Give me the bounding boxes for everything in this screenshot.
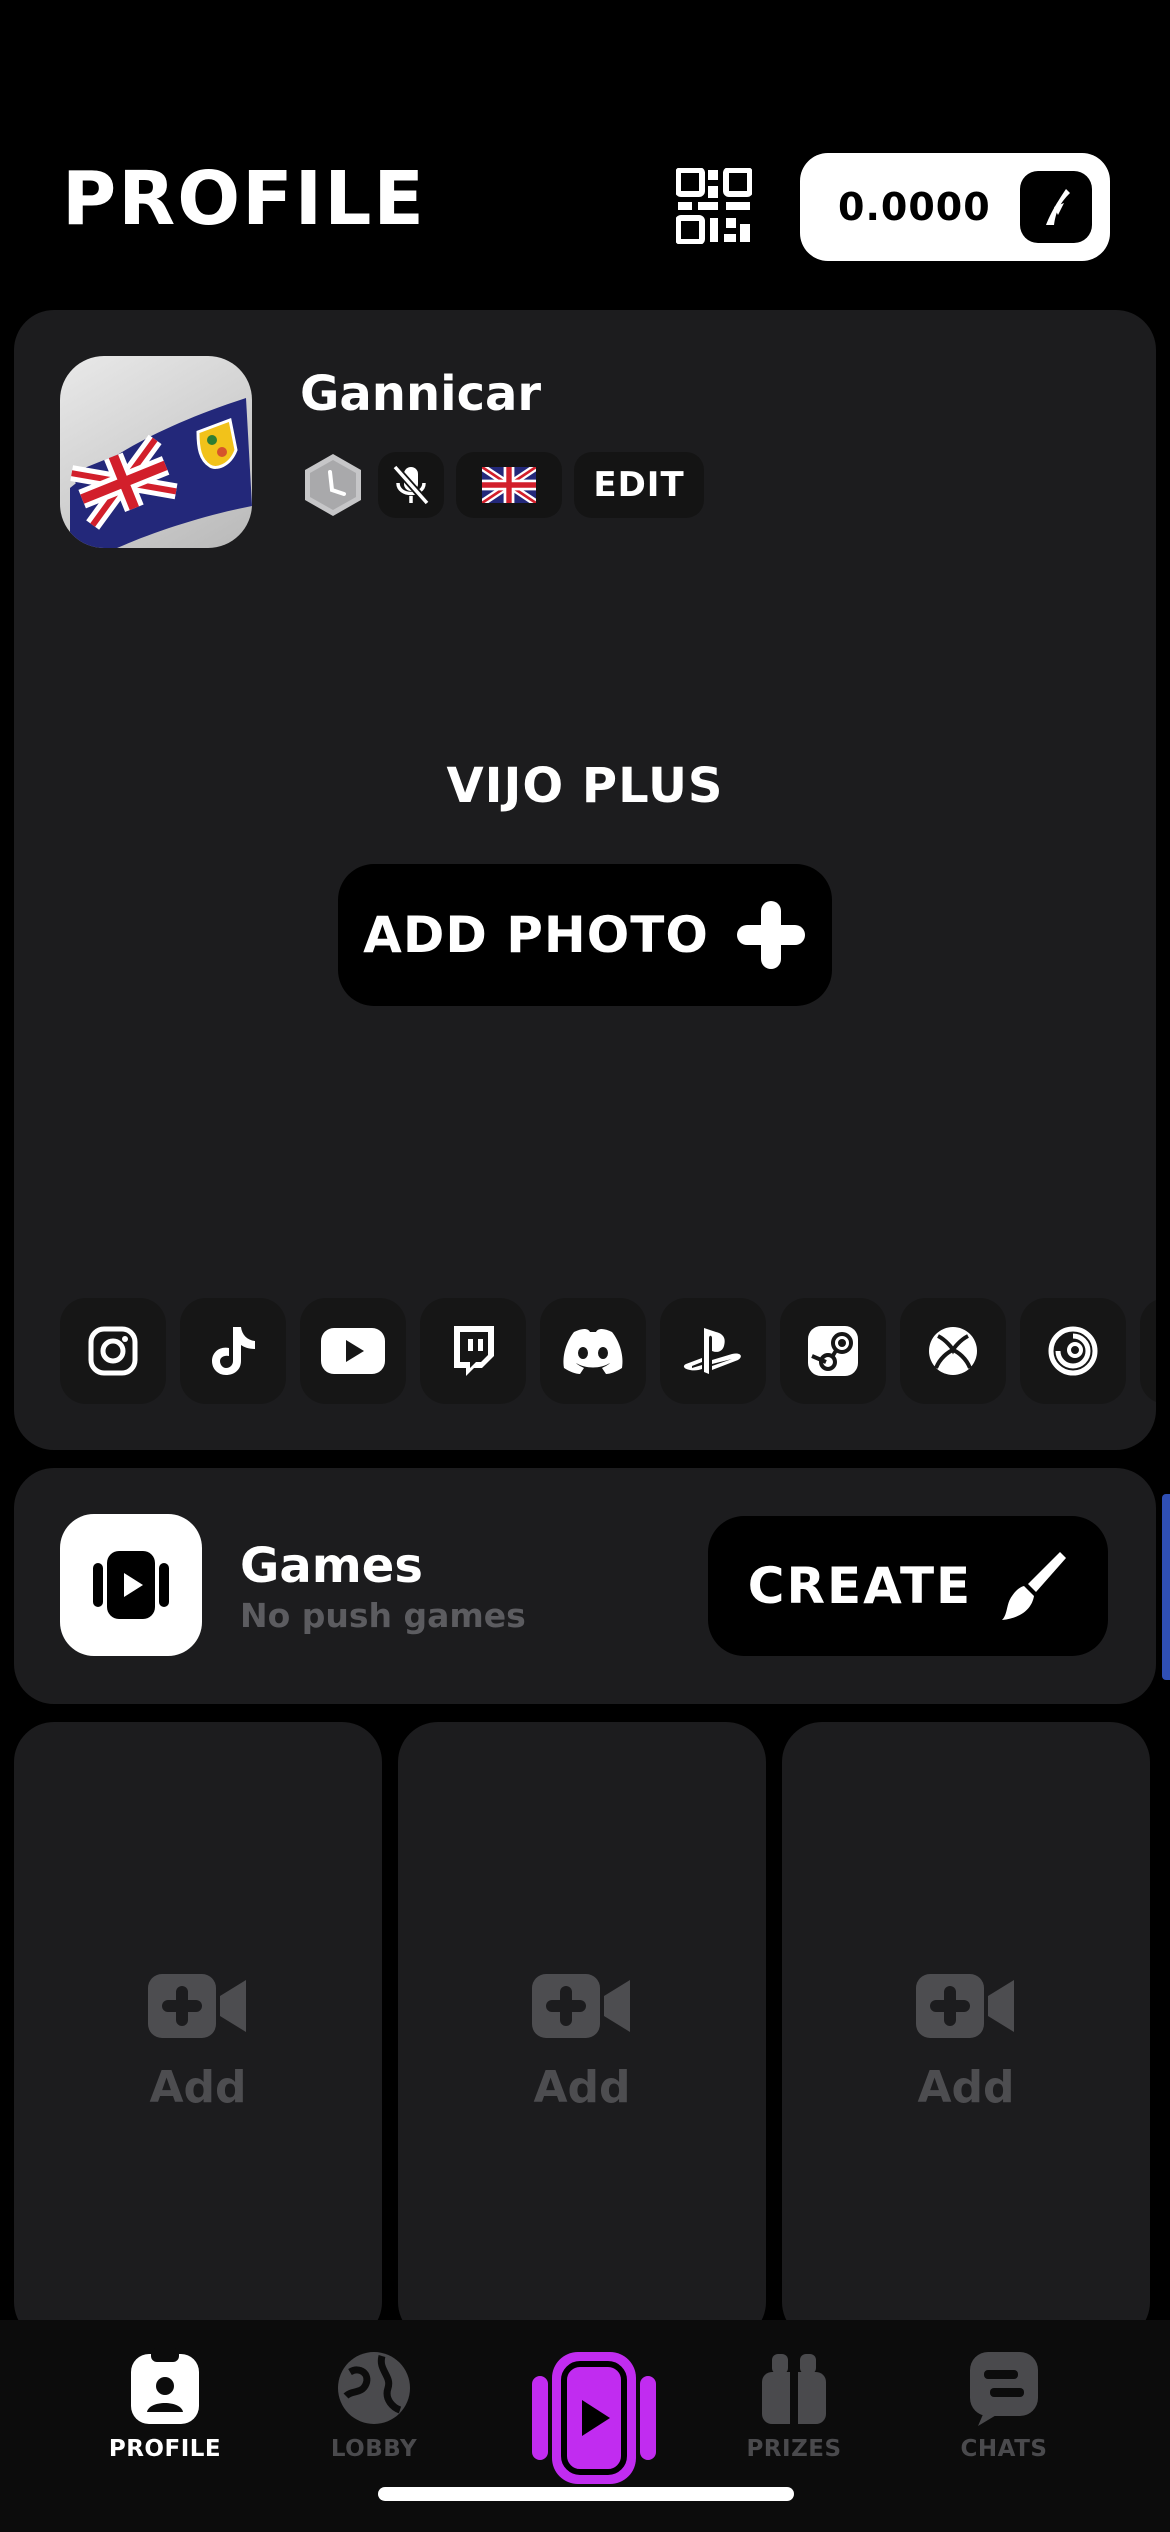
playstation-icon[interactable] <box>660 1298 766 1404</box>
games-subtitle: No push games <box>240 1596 526 1635</box>
profile-icon <box>131 2348 199 2424</box>
mic-muted-icon[interactable] <box>378 452 444 518</box>
balance-value: 0.0000 <box>838 185 991 229</box>
xbox-icon[interactable] <box>900 1298 1006 1404</box>
add-video-icon <box>148 1974 246 2038</box>
create-button[interactable]: CREATE <box>708 1516 1108 1656</box>
qr-code-icon[interactable] <box>676 168 752 244</box>
globe-icon <box>338 2352 410 2424</box>
add-label: Add <box>533 2062 631 2113</box>
tab-lobby[interactable]: LOBBY <box>284 2348 464 2462</box>
uk-flag-icon[interactable] <box>456 452 562 518</box>
tab-chats-label: CHATS <box>960 2436 1048 2462</box>
plus-icon <box>736 901 805 969</box>
instagram-icon[interactable] <box>60 1298 166 1404</box>
youtube-icon[interactable] <box>300 1298 406 1404</box>
add-photo-label: ADD PHOTO <box>363 906 709 964</box>
create-label: CREATE <box>747 1557 973 1615</box>
balance-button[interactable]: 0.0000 <box>800 153 1110 261</box>
chat-icon <box>970 2352 1038 2426</box>
tab-profile[interactable]: PROFILE <box>75 2348 255 2462</box>
add-video-slot[interactable]: Add <box>782 1722 1150 2342</box>
gift-icon <box>762 2354 826 2424</box>
add-photo-button[interactable]: ADD PHOTO <box>338 864 832 1006</box>
more-socials-icon[interactable] <box>1140 1298 1156 1404</box>
games-reel-icon[interactable] <box>60 1514 202 1656</box>
level-hexagon-icon[interactable] <box>300 452 366 518</box>
video-slots: Add Add Add <box>14 1722 1156 2342</box>
home-indicator <box>378 2487 794 2501</box>
tab-lobby-label: LOBBY <box>330 2436 418 2462</box>
tiktok-icon[interactable] <box>180 1298 286 1404</box>
edit-button[interactable]: EDIT <box>574 452 704 518</box>
twitch-icon[interactable] <box>420 1298 526 1404</box>
social-links <box>60 1298 1156 1408</box>
add-video-slot[interactable]: Add <box>398 1722 766 2342</box>
tab-play[interactable] <box>532 2350 656 2486</box>
badge-row: EDIT <box>300 452 704 518</box>
add-label: Add <box>149 2062 247 2113</box>
profile-card: Gannicar EDIT VIJO PLUS ADD PHOTO <box>14 310 1156 1450</box>
add-video-icon <box>532 1974 630 2038</box>
header: PROFILE 0.0000 <box>0 0 1170 300</box>
tab-prizes-label: PRIZES <box>746 2436 842 2462</box>
vijo-plus-title: VIJO PLUS <box>446 758 724 814</box>
add-video-icon <box>916 1974 1014 2038</box>
steam-icon[interactable] <box>780 1298 886 1404</box>
bolt-icon <box>1020 171 1092 243</box>
tab-chats[interactable]: CHATS <box>914 2348 1094 2462</box>
flag-avatar-icon[interactable] <box>60 356 252 548</box>
add-label: Add <box>917 2062 1015 2113</box>
add-video-slot[interactable]: Add <box>14 1722 382 2342</box>
games-card: Games No push games CREATE <box>14 1468 1156 1704</box>
tab-profile-label: PROFILE <box>108 2436 222 2462</box>
brush-icon <box>1002 1552 1067 1620</box>
ubisoft-icon[interactable] <box>1020 1298 1126 1404</box>
games-title: Games <box>240 1538 423 1594</box>
page-title: PROFILE <box>62 156 426 242</box>
play-icon <box>532 2352 656 2484</box>
next-card-edge <box>1162 1494 1170 1680</box>
tab-prizes[interactable]: PRIZES <box>704 2348 884 2462</box>
username: Gannicar <box>300 366 542 422</box>
discord-icon[interactable] <box>540 1298 646 1404</box>
